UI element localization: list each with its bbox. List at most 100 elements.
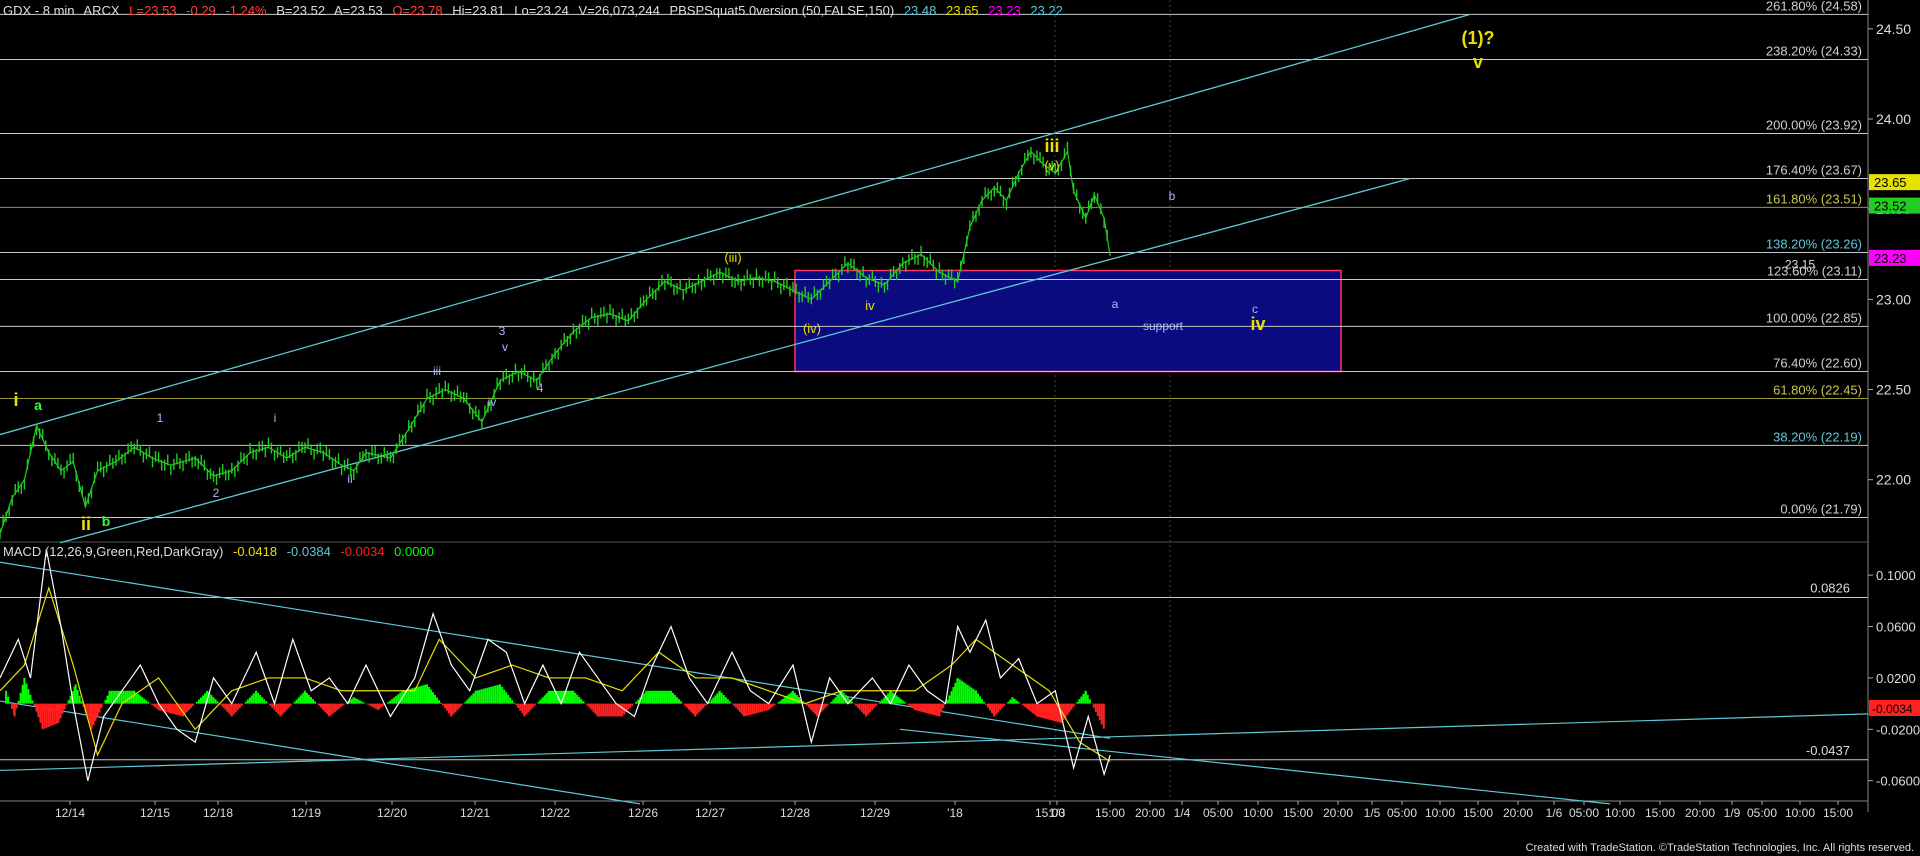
macd-level-label-0: 0.0826 xyxy=(1810,580,1850,595)
wave-label-12: ii xyxy=(81,514,91,534)
wave-label-3: (v) xyxy=(1044,158,1059,173)
wave-label-5: (iv) xyxy=(803,321,821,336)
price-tag-label-0: 23.65 xyxy=(1874,175,1907,190)
wave-label-1: v xyxy=(1473,52,1483,72)
wave-label-16: i xyxy=(274,411,277,425)
macd-trend-up xyxy=(0,713,1869,772)
macd-value-4: 0.0000 xyxy=(394,544,434,559)
x-tick-label-17: 05:00 xyxy=(1203,806,1233,820)
x-tick-label-7: 12/26 xyxy=(628,806,658,820)
price-header: GDX - 8 min ARCX L=23.53 -0.29 -1.24% B=… xyxy=(3,3,1069,18)
wave-label-10: i xyxy=(13,390,18,410)
x-tick-label-22: 05:00 xyxy=(1387,806,1417,820)
wave-label-13: b xyxy=(102,513,111,529)
wave-label-22: 4 xyxy=(537,381,544,395)
x-tick-label-26: 1/6 xyxy=(1546,806,1563,820)
x-tick-label-1: 12/15 xyxy=(140,806,170,820)
macd-label: MACD (12,26,9,Green,Red,DarkGray) xyxy=(3,544,224,559)
macd-tag-label-0: -0.0034 xyxy=(1872,702,1913,716)
x-tick-label-2: 12/18 xyxy=(203,806,233,820)
macd-y-tick-label-1: 0.0600 xyxy=(1876,620,1916,635)
wave-label-14: 1 xyxy=(157,411,164,425)
x-tick-label-3: 12/19 xyxy=(291,806,321,820)
x-tick-label-19: 15:00 xyxy=(1283,806,1313,820)
x-tick-label-30: 20:00 xyxy=(1685,806,1715,820)
x-tick-label-28: 10:00 xyxy=(1605,806,1635,820)
wave-label-11: a xyxy=(34,397,42,413)
x-tick-label-14: 15:00 xyxy=(1095,806,1125,820)
macd-line xyxy=(0,549,1111,781)
fib-label-11: 0.00% (21.79) xyxy=(1780,502,1862,517)
x-tick-label-8: 12/27 xyxy=(695,806,725,820)
wave-label-9: a xyxy=(1112,297,1119,311)
x-tick-label-27: 05:00 xyxy=(1569,806,1599,820)
wave-label-17: ii xyxy=(347,472,352,486)
net-change: -0.29 xyxy=(186,3,216,18)
wave-label-7: c xyxy=(1252,302,1258,316)
indicator-value-2: 23.65 xyxy=(946,3,979,18)
wave-label-4: (iii) xyxy=(724,250,741,265)
price-tag-label-2: 23.23 xyxy=(1874,251,1907,266)
x-tick-label-0: 12/14 xyxy=(55,806,85,820)
open-price: O=23.78 xyxy=(392,3,443,18)
wave-label-18: iii xyxy=(433,364,441,378)
price-tag-label-1: 23.52 xyxy=(1874,199,1907,214)
indicator-value-3: 23.23 xyxy=(988,3,1021,18)
x-tick-label-6: 12/22 xyxy=(540,806,570,820)
macd-y-tick-label-4: -0.0600 xyxy=(1876,774,1920,789)
macd-value-1: -0.0418 xyxy=(232,544,278,559)
fib-label-1: 238.20% (24.33) xyxy=(1766,44,1862,59)
macd-y-tick-label-2: 0.0200 xyxy=(1876,671,1916,686)
x-tick-label-31: 1/9 xyxy=(1724,806,1741,820)
x-tick-label-16: 1/4 xyxy=(1174,806,1191,820)
x-tick-label-34: 15:00 xyxy=(1823,806,1853,820)
x-tick-label-33: 10:00 xyxy=(1785,806,1815,820)
macd-level-label-1: -0.0437 xyxy=(1806,743,1850,758)
price-y-tick-label-3: 23.00 xyxy=(1876,291,1911,307)
x-tick-label-24: 15:00 xyxy=(1463,806,1493,820)
wave-label-21: v xyxy=(502,340,508,354)
x-tick-label-11: '18 xyxy=(947,806,963,820)
wave-label-23: iv xyxy=(865,298,875,313)
macd-y-tick-label-0: 0.1000 xyxy=(1876,568,1916,583)
fib-label-9: 61.80% (22.45) xyxy=(1773,383,1862,398)
x-tick-label-32: 05:00 xyxy=(1747,806,1777,820)
indicator-value-4: 23.22 xyxy=(1030,3,1063,18)
macd-header: MACD (12,26,9,Green,Red,DarkGray) -0.041… xyxy=(3,544,440,559)
x-tick-label-10: 12/29 xyxy=(860,806,890,820)
x-tick-label-9: 12/28 xyxy=(780,806,810,820)
exchange-label: ARCX xyxy=(83,3,120,18)
fib-label-10: 38.20% (22.19) xyxy=(1773,429,1862,444)
line-value-label: 23.15 xyxy=(1785,258,1815,272)
chart-canvas[interactable]: 24.5024.0023.5023.0022.5022.000.10000.06… xyxy=(0,0,1920,856)
indicator-value-1: 23.48 xyxy=(903,3,937,18)
bid-price: B=23.52 xyxy=(276,3,326,18)
last-price: L=23.53 xyxy=(129,3,177,18)
macd-trend-down-3 xyxy=(899,728,1611,805)
price-y-tick-label-4: 22.50 xyxy=(1876,382,1911,398)
fib-label-4: 161.80% (23.51) xyxy=(1766,191,1862,206)
wave-label-0: (1)? xyxy=(1462,28,1495,48)
fib-label-0: 261.80% (24.58) xyxy=(1766,0,1862,13)
price-y-tick-label-0: 24.50 xyxy=(1876,21,1911,37)
volume-label: V=26,073,244 xyxy=(578,3,660,18)
fib-label-3: 176.40% (23.67) xyxy=(1766,163,1862,178)
indicator-label: PBSPSquat5.0version (50,FALSE,150) xyxy=(669,3,895,18)
x-tick-label-25: 20:00 xyxy=(1503,806,1533,820)
wave-label-19: iv xyxy=(488,395,497,409)
ask-price: A=23.53 xyxy=(333,3,383,18)
x-tick-label-18: 10:00 xyxy=(1243,806,1273,820)
price-y-tick-label-1: 24.00 xyxy=(1876,111,1911,127)
fib-label-8: 76.40% (22.60) xyxy=(1773,355,1862,370)
fib-label-7: 100.00% (22.85) xyxy=(1766,310,1862,325)
x-tick-label-20: 20:00 xyxy=(1323,806,1353,820)
low-price: Lo=23.24 xyxy=(514,3,569,18)
wave-label-15: 2 xyxy=(213,486,220,500)
x-tick-label-23: 10:00 xyxy=(1425,806,1455,820)
footer-credit: Created with TradeStation. ©TradeStation… xyxy=(1525,842,1914,854)
macd-y-tick-label-3: -0.0200 xyxy=(1876,722,1920,737)
macd-value-3: -0.0034 xyxy=(340,544,385,559)
symbol-label: GDX - 8 min xyxy=(3,3,75,18)
x-tick-label-21: 1/5 xyxy=(1364,806,1381,820)
x-tick-label-4: 12/20 xyxy=(377,806,407,820)
